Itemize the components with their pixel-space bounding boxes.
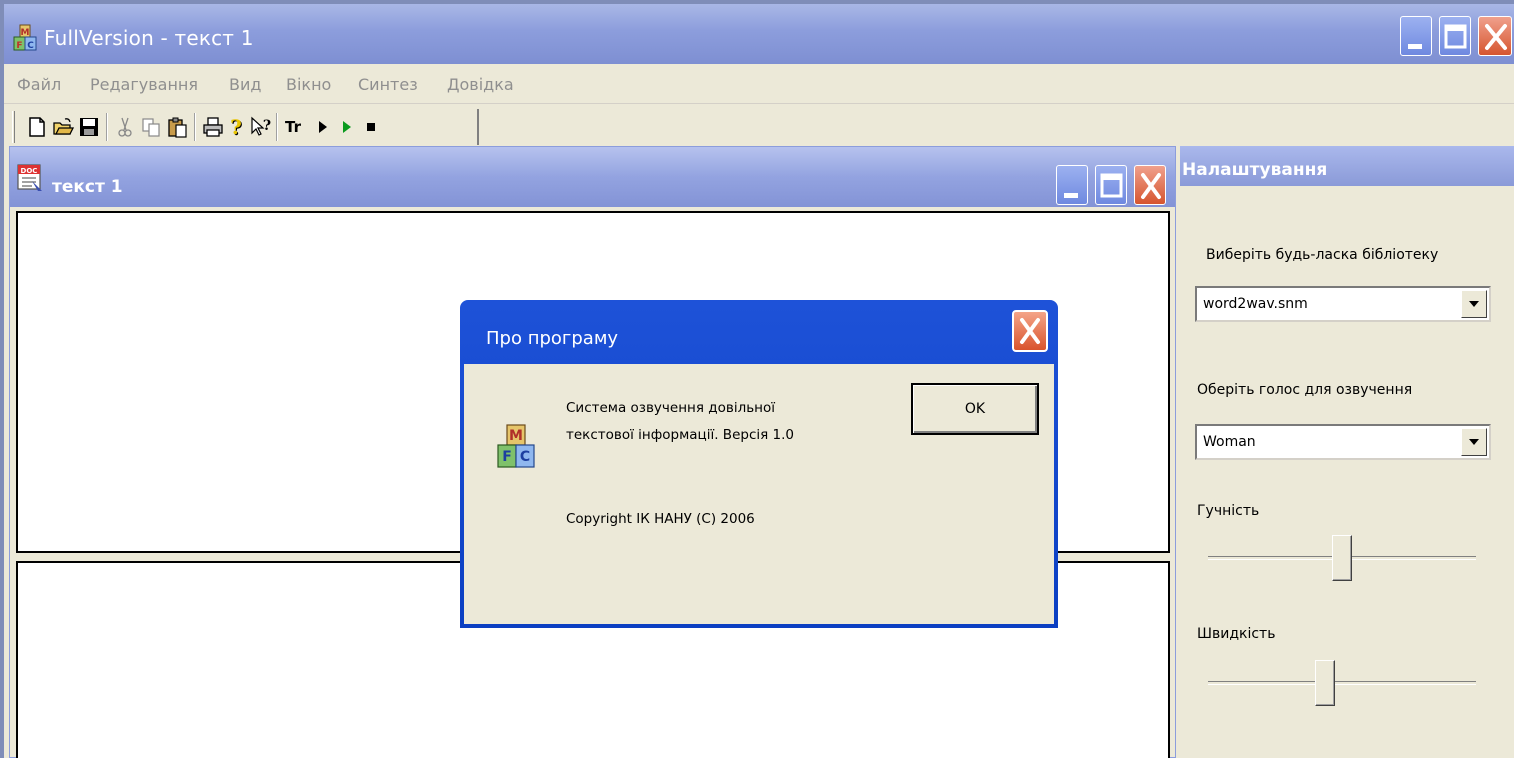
toolbar-grip[interactable] bbox=[12, 111, 15, 143]
volume-label: Гучність bbox=[1197, 503, 1260, 519]
print-icon[interactable] bbox=[202, 116, 224, 138]
about-dialog: Про програму M F C Система озвучення дов… bbox=[460, 300, 1058, 628]
close-icon bbox=[1485, 24, 1507, 50]
minimize-button[interactable] bbox=[1400, 16, 1432, 56]
about-close-button[interactable] bbox=[1012, 310, 1048, 352]
speed-thumb[interactable] bbox=[1315, 660, 1335, 706]
context-help-icon[interactable]: ? bbox=[250, 116, 272, 138]
about-title: Про програму bbox=[486, 328, 619, 349]
svg-text:?: ? bbox=[230, 116, 242, 138]
minimize-icon bbox=[1408, 44, 1422, 49]
app-titlebar[interactable]: M F C FullVersion - текст 1 bbox=[4, 4, 1514, 64]
svg-text:?: ? bbox=[263, 118, 271, 134]
toolbar-separator bbox=[276, 113, 278, 141]
menu-synth[interactable]: Синтез bbox=[358, 75, 418, 94]
copy-icon[interactable] bbox=[140, 116, 162, 138]
about-line-2: текстової інформації. Версія 1.0 bbox=[566, 427, 794, 443]
app-blocks-icon: M F C bbox=[13, 24, 37, 51]
voice-label: Оберіть голос для озвучення bbox=[1197, 382, 1413, 398]
close-button[interactable] bbox=[1478, 16, 1512, 56]
play-icon[interactable] bbox=[312, 116, 334, 138]
volume-thumb[interactable] bbox=[1332, 535, 1352, 581]
save-icon[interactable] bbox=[78, 116, 100, 138]
svg-text:F: F bbox=[502, 449, 512, 465]
library-label: Виберіть будь-ласка бібліотеку bbox=[1206, 247, 1439, 263]
about-line-1: Система озвучення довільної bbox=[566, 400, 775, 416]
svg-text:M: M bbox=[509, 428, 523, 444]
help-icon[interactable]: ? ? bbox=[226, 116, 248, 138]
menu-view[interactable]: Вид bbox=[229, 75, 261, 94]
settings-header: Налаштування bbox=[1180, 146, 1514, 186]
toolbar-separator bbox=[106, 113, 108, 141]
document-icon: DOC bbox=[17, 164, 42, 191]
volume-slider[interactable] bbox=[1208, 535, 1476, 585]
library-select[interactable]: word2wav.snm bbox=[1195, 286, 1491, 322]
chevron-down-icon bbox=[1469, 439, 1479, 445]
chevron-down-icon bbox=[1469, 301, 1479, 307]
cut-icon[interactable] bbox=[114, 116, 136, 138]
doc-close-button[interactable] bbox=[1134, 165, 1166, 205]
about-copyright: Copyright ІК НАНУ (С) 2006 bbox=[566, 511, 755, 527]
maximize-icon bbox=[1444, 24, 1467, 49]
settings-panel: Налаштування Виберіть будь-ласка бібліот… bbox=[1180, 146, 1514, 758]
library-dropdown-button[interactable] bbox=[1461, 290, 1487, 318]
menu-bar: Файл Редагування Вид Вікно Синтез Довідк… bbox=[4, 64, 1514, 104]
new-document-icon[interactable] bbox=[26, 116, 48, 138]
voice-value: Woman bbox=[1203, 434, 1256, 450]
voice-select[interactable]: Woman bbox=[1195, 424, 1491, 460]
play-green-icon[interactable] bbox=[336, 116, 358, 138]
app-blocks-icon: M F C bbox=[497, 424, 535, 468]
speed-slider[interactable] bbox=[1208, 660, 1476, 710]
doc-minimize-button[interactable] bbox=[1056, 165, 1088, 205]
doc-maximize-button[interactable] bbox=[1095, 165, 1127, 205]
svg-text:C: C bbox=[27, 41, 34, 51]
svg-text:DOC: DOC bbox=[21, 167, 38, 175]
stop-icon[interactable] bbox=[360, 116, 382, 138]
svg-text:C: C bbox=[520, 449, 530, 465]
settings-title: Налаштування bbox=[1182, 160, 1328, 180]
toolbar: ? ? ? Tr bbox=[4, 105, 1514, 149]
maximize-icon bbox=[1100, 173, 1123, 198]
paste-icon[interactable] bbox=[166, 116, 188, 138]
menu-window[interactable]: Вікно bbox=[286, 75, 331, 94]
document-titlebar[interactable]: DOC текст 1 bbox=[10, 147, 1175, 207]
speed-track bbox=[1208, 681, 1476, 685]
menu-file[interactable]: Файл bbox=[17, 75, 61, 94]
close-icon bbox=[1141, 173, 1161, 199]
toolbar-separator bbox=[194, 113, 196, 141]
menu-edit[interactable]: Редагування bbox=[90, 75, 198, 94]
app-title: FullVersion - текст 1 bbox=[44, 26, 254, 50]
svg-text:F: F bbox=[16, 41, 22, 51]
menu-help[interactable]: Довідка bbox=[447, 75, 514, 94]
ok-button[interactable]: OK bbox=[911, 383, 1039, 435]
close-icon bbox=[1020, 318, 1040, 344]
voice-dropdown-button[interactable] bbox=[1461, 428, 1487, 456]
transcription-button[interactable]: Tr bbox=[285, 118, 311, 140]
document-title: текст 1 bbox=[52, 177, 123, 197]
about-body: M F C Система озвучення довільної тексто… bbox=[464, 364, 1054, 624]
library-value: word2wav.snm bbox=[1203, 296, 1308, 312]
maximize-button[interactable] bbox=[1439, 16, 1471, 56]
open-folder-icon[interactable] bbox=[52, 116, 74, 138]
speed-label: Швидкість bbox=[1197, 626, 1276, 642]
minimize-icon bbox=[1064, 193, 1078, 198]
